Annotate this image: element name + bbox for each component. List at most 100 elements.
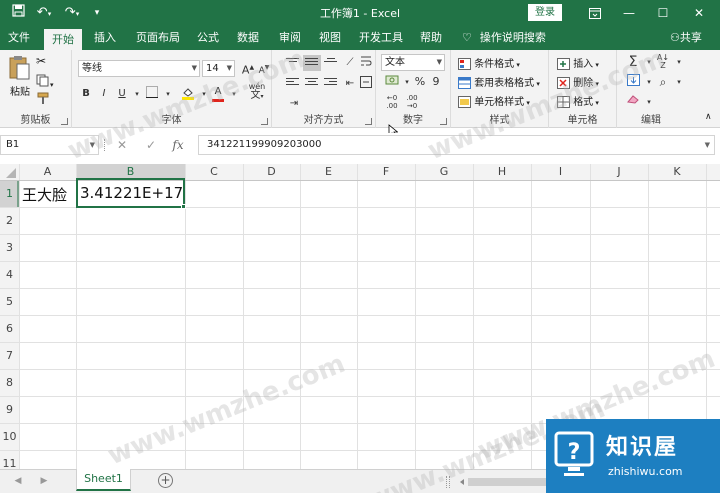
tab-page-layout[interactable]: 页面布局	[132, 26, 184, 50]
comma-button[interactable]: 9	[428, 74, 444, 90]
clipboard-launcher-icon[interactable]	[61, 118, 68, 125]
minimize-icon[interactable]: —	[612, 0, 646, 26]
format-as-table-label: 套用表格格式	[474, 78, 535, 89]
format-painter-icon[interactable]	[36, 92, 50, 108]
login-button[interactable]: 登录	[528, 4, 562, 21]
conditional-format-label: 条件格式	[474, 59, 515, 70]
tab-help[interactable]: 帮助	[414, 26, 448, 50]
insert-cells-label: 插入	[573, 59, 594, 70]
percent-button[interactable]: %	[412, 74, 428, 90]
clear-dropdown-icon[interactable]: ▾	[641, 94, 657, 110]
cell-styles-icon	[458, 96, 471, 108]
tell-me-label: 操作说明搜索	[479, 31, 546, 44]
cell-a1[interactable]: 王大脸	[22, 184, 67, 205]
decrease-indent-icon[interactable]: ⇤	[342, 76, 358, 92]
column-header-g[interactable]: G	[415, 165, 473, 181]
row-header-10[interactable]: 10	[0, 423, 19, 450]
bold-button[interactable]: B	[78, 86, 94, 102]
cut-icon[interactable]: ✂	[36, 54, 46, 68]
align-right-icon[interactable]	[324, 78, 337, 89]
editing-group-label: 编辑	[641, 115, 661, 126]
font-launcher-icon[interactable]	[261, 118, 268, 125]
tab-formulas[interactable]: 公式	[192, 26, 224, 50]
number-format-combo[interactable]: 文本 ▼	[381, 54, 445, 71]
number-launcher-icon[interactable]	[440, 118, 447, 125]
conditional-format-button[interactable]: 条件格式 ▾	[458, 55, 520, 70]
column-header-d[interactable]: D	[243, 165, 300, 181]
collapse-ribbon-icon[interactable]: ∧	[705, 112, 712, 122]
row-header-3[interactable]: 3	[0, 234, 19, 261]
row-header-9[interactable]: 9	[0, 396, 19, 423]
redo-icon[interactable]: ↷▾	[62, 4, 82, 22]
find-select-icon[interactable]: ⌕	[655, 74, 671, 90]
row-header-6[interactable]: 6	[0, 315, 19, 342]
maximize-icon[interactable]: ☐	[646, 0, 680, 26]
alignment-launcher-icon[interactable]	[365, 118, 372, 125]
decrease-decimal-icon[interactable]: .00 →0	[404, 94, 420, 110]
format-as-table-button[interactable]: 套用表格格式 ▾	[458, 74, 540, 89]
find-select-dropdown-icon[interactable]: ▾	[671, 74, 687, 90]
currency-icon[interactable]	[384, 74, 400, 90]
column-header-h[interactable]: H	[473, 165, 531, 181]
row-header-8[interactable]: 8	[0, 369, 19, 396]
column-header-f[interactable]: F	[357, 165, 415, 181]
paste-icon	[9, 56, 30, 80]
bottom-align-icon[interactable]	[324, 58, 337, 69]
close-icon[interactable]: ✕	[682, 0, 716, 26]
row-header-2[interactable]: 2	[0, 207, 19, 234]
site-logo: ? 知识屋 zhishiwu.com	[546, 419, 720, 493]
enter-icon[interactable]: ✓	[143, 137, 159, 153]
underline-button[interactable]: U	[114, 86, 130, 102]
svg-text:?: ?	[568, 440, 581, 465]
column-header-j[interactable]: J	[590, 165, 648, 181]
tab-developer[interactable]: 开发工具	[356, 26, 406, 50]
align-center-icon[interactable]	[305, 78, 318, 89]
column-header-a[interactable]: A	[19, 165, 76, 181]
clear-icon[interactable]	[625, 94, 641, 110]
italic-button[interactable]: I	[96, 86, 112, 102]
column-header-k[interactable]: K	[648, 165, 706, 181]
prev-sheet-icon[interactable]: ◀	[12, 474, 24, 488]
row-header-1[interactable]: 1	[0, 180, 19, 207]
underline-dropdown-icon[interactable]: ▾	[129, 86, 145, 102]
column-header-e[interactable]: E	[300, 165, 357, 181]
insert-cells-button[interactable]: 插入 ▾	[557, 55, 599, 70]
tab-data[interactable]: 数据	[232, 26, 264, 50]
share-button[interactable]: ⚇共享	[670, 26, 702, 50]
row-header-7[interactable]: 7	[0, 342, 19, 369]
tab-home[interactable]: 开始	[44, 29, 82, 50]
logo-subtitle: zhishiwu.com	[608, 465, 683, 478]
merge-center-icon[interactable]	[358, 76, 374, 92]
tab-view[interactable]: 视图	[314, 26, 346, 50]
wrap-text-icon[interactable]	[358, 55, 374, 71]
add-sheet-icon[interactable]: +	[158, 473, 173, 488]
paste-button[interactable]	[8, 54, 30, 85]
sheet-tab-sheet1[interactable]: Sheet1	[76, 469, 131, 491]
tab-file[interactable]: 文件	[2, 26, 36, 50]
column-header-c[interactable]: C	[185, 165, 243, 181]
tell-me-search[interactable]: ♡ 操作说明搜索	[462, 26, 546, 50]
customize-quick-access-icon[interactable]: ▾	[90, 4, 104, 22]
save-icon[interactable]	[10, 4, 26, 22]
formula-value: 341221199909203000	[207, 139, 322, 150]
row-header-5[interactable]: 5	[0, 288, 19, 315]
next-sheet-icon[interactable]: ▶	[38, 474, 50, 488]
sort-filter-dropdown-icon[interactable]: ▾	[671, 54, 687, 70]
increase-indent-icon[interactable]: ⇥	[286, 96, 302, 112]
expand-formula-icon[interactable]: ▼	[705, 136, 710, 154]
lightbulb-logo-icon: ?	[554, 431, 594, 476]
increase-decimal-icon[interactable]: ←0.00	[384, 94, 400, 110]
fill-handle[interactable]	[181, 204, 186, 209]
font-name-combo[interactable]: 等线 ▼	[78, 60, 200, 77]
tab-insert[interactable]: 插入	[88, 26, 122, 50]
orientation-icon[interactable]: ⟋	[342, 55, 358, 71]
insert-cells-icon	[557, 58, 570, 70]
column-header-i[interactable]: I	[531, 165, 590, 181]
ribbon-display-options-icon[interactable]	[578, 0, 612, 26]
row-header-4[interactable]: 4	[0, 261, 19, 288]
cell-b1[interactable]: 3.41221E+17	[80, 184, 183, 202]
row-header-11[interactable]: 11	[0, 450, 19, 469]
undo-icon[interactable]: ↶▾	[34, 4, 54, 22]
copy-icon[interactable]: ▾	[36, 74, 54, 90]
insert-function-icon[interactable]: fx	[170, 137, 186, 153]
